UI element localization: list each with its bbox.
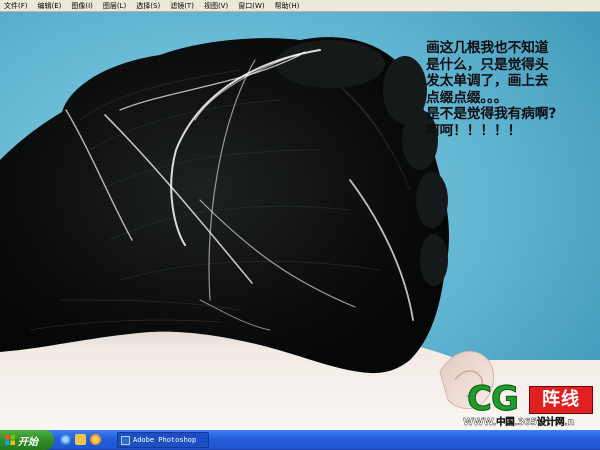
menu-window[interactable]: 窗口(W) bbox=[238, 0, 264, 12]
cg-logo: CG 阵线 WWW.中国.365设计网.n bbox=[461, 379, 600, 432]
menu-bar: 文件(F) 编辑(E) 图像(I) 图层(L) 选择(S) 滤镜(T) 视图(V… bbox=[0, 0, 600, 12]
quick-launch bbox=[60, 434, 101, 445]
folder-icon[interactable] bbox=[75, 434, 86, 445]
logo-cg-text: CG bbox=[467, 379, 520, 420]
task-photoshop[interactable]: Adobe Photoshop bbox=[117, 432, 209, 448]
logo-www-text: WWW.中国.365设计网.n bbox=[463, 417, 575, 428]
ie-icon[interactable] bbox=[60, 434, 71, 445]
annotation-line: 点缀点缀。。。 bbox=[426, 89, 508, 106]
logo-cn-text: 阵线 bbox=[529, 386, 593, 414]
annotation-line: 画这几根我也不知道 bbox=[426, 40, 549, 56]
annotation-text: 画这几根我也不知道 是什么，只是觉得头 发太单调了，画上去 点缀点缀。。。 是不… bbox=[426, 40, 600, 139]
annotation-line: 是不是觉得我有病啊? bbox=[426, 106, 557, 122]
menu-view[interactable]: 视图(V) bbox=[204, 0, 228, 12]
menu-edit[interactable]: 编辑(E) bbox=[38, 0, 62, 12]
menu-help[interactable]: 帮助(H) bbox=[275, 0, 300, 12]
menu-image[interactable]: 图像(I) bbox=[71, 0, 93, 12]
menu-filter[interactable]: 滤镜(T) bbox=[170, 0, 194, 12]
menu-file[interactable]: 文件(F) bbox=[4, 0, 28, 12]
annotation-line: 是什么，只是觉得头 bbox=[426, 56, 549, 73]
task-label: Adobe Photoshop bbox=[133, 436, 197, 444]
photoshop-window: 文件(F) 编辑(E) 图像(I) 图层(L) 选择(S) 滤镜(T) 视图(V… bbox=[0, 0, 600, 450]
start-button[interactable]: 开始 bbox=[0, 430, 54, 450]
photoshop-icon bbox=[121, 435, 130, 445]
start-label: 开始 bbox=[18, 436, 38, 448]
annotation-line: 发太单调了，画上去 bbox=[426, 73, 549, 89]
taskbar: 开始 Adobe Photoshop bbox=[0, 430, 600, 450]
windows-flag-icon bbox=[5, 435, 15, 445]
menu-select[interactable]: 选择(S) bbox=[136, 0, 160, 12]
annotation-line: 呵呵！！！！！ bbox=[426, 122, 522, 139]
menu-layer[interactable]: 图层(L) bbox=[103, 0, 126, 12]
media-icon[interactable] bbox=[90, 434, 101, 445]
